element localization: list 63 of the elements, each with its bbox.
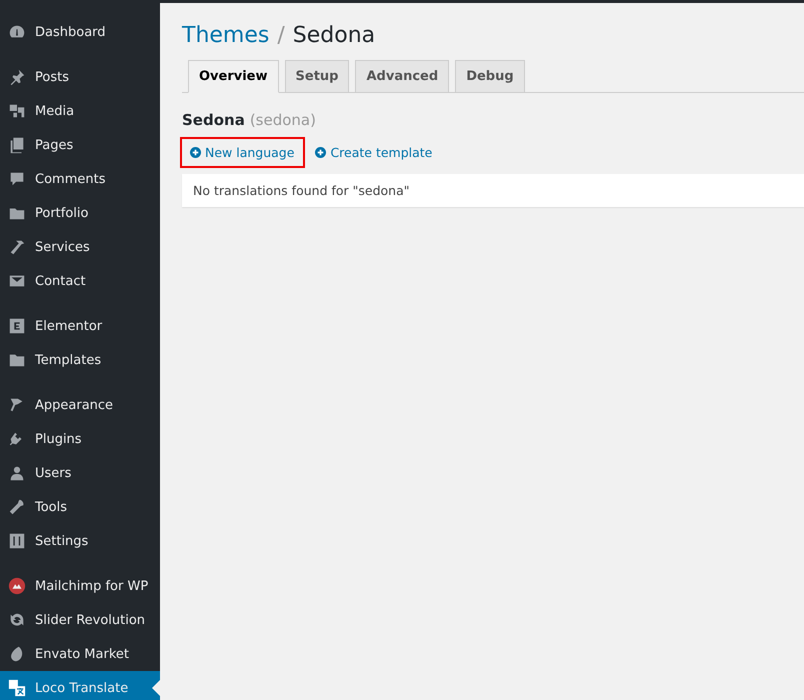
circle-logo-icon — [8, 577, 26, 595]
sidebar-item[interactable]: Templates — [0, 343, 160, 377]
pin-icon — [8, 68, 26, 86]
sidebar-item-label: Contact — [35, 274, 86, 288]
sidebar-item[interactable]: Portfolio — [0, 196, 160, 230]
sidebar-item[interactable]: Dashboard — [0, 15, 160, 49]
sidebar-item-label: Loco Translate — [35, 680, 128, 696]
sidebar-item-label: Portfolio — [35, 206, 88, 220]
sidebar-item[interactable]: Envato Market — [0, 637, 160, 671]
sidebar-item-label: Appearance — [35, 398, 114, 412]
sidebar-item-label: Posts — [35, 70, 69, 84]
sidebar-item[interactable]: Comments — [0, 162, 160, 196]
translate-icon — [8, 679, 26, 697]
notice: No translations found for "sedona" — [182, 174, 804, 207]
sidebar-item[interactable]: Media — [0, 94, 160, 128]
sidebar-item[interactable]: Pages — [0, 128, 160, 162]
tab[interactable]: Overview — [188, 60, 279, 93]
sidebar-item-label: Elementor — [35, 318, 102, 334]
bundle-slug: (sedona) — [250, 111, 316, 129]
wrench-icon — [8, 498, 26, 516]
plus-circle-icon — [190, 147, 201, 158]
sidebar-item-label: Mailchimp for WP — [35, 578, 148, 594]
sidebar-item[interactable]: Appearance — [0, 388, 160, 422]
tab[interactable]: Advanced — [355, 60, 450, 93]
sidebar-item-label: Slider Revolution — [35, 612, 146, 628]
sidebar-item-label: Services — [35, 240, 90, 254]
sidebar-item[interactable]: Plugins — [0, 422, 160, 456]
sliders-icon — [8, 532, 26, 550]
pages-icon — [8, 136, 26, 154]
sidebar-item-label: Templates — [35, 352, 102, 368]
action-link[interactable]: Create template — [315, 139, 442, 166]
sidebar-item-label: Settings — [35, 534, 88, 548]
sidebar-item[interactable]: Posts — [0, 60, 160, 94]
sidebar-item[interactable]: Contact — [0, 264, 160, 298]
page-title: Sedona — [292, 23, 376, 48]
person-icon — [8, 464, 26, 482]
plus-circle-icon — [315, 147, 326, 158]
sidebar-item[interactable]: Elementor — [0, 309, 160, 343]
sidebar-item[interactable]: Loco Translate — [0, 671, 160, 700]
hammer-icon — [8, 238, 26, 256]
square-e-icon — [8, 317, 26, 335]
sidebar-item-label: Tools — [35, 500, 68, 514]
speech-bubble-icon — [8, 170, 26, 188]
sidebar-item[interactable]: Slider Revolution — [0, 603, 160, 637]
sidebar-item-label: Media — [35, 104, 74, 118]
media-icon — [8, 102, 26, 120]
sidebar-item-label: Dashboard — [35, 24, 106, 40]
sidebar-item[interactable]: Mailchimp for WP — [0, 569, 160, 603]
tab[interactable]: Debug — [455, 60, 525, 93]
breadcrumb-separator: / — [277, 23, 285, 48]
sidebar-item-label: Comments — [35, 172, 106, 186]
sidebar-item-label: Users — [35, 466, 72, 480]
bundle-name: Sedona — [182, 111, 245, 129]
breadcrumb-link[interactable]: Themes — [182, 23, 270, 48]
sidebar-item-label: Envato Market — [35, 646, 129, 662]
action-link[interactable]: New language — [182, 139, 304, 166]
tab[interactable]: Setup — [284, 60, 350, 93]
sidebar-item[interactable]: Services — [0, 230, 160, 264]
sidebar-item-label: Pages — [35, 138, 74, 152]
sidebar-item-label: Plugins — [35, 432, 82, 446]
sidebar-item[interactable]: Users — [0, 456, 160, 490]
sidebar-item[interactable]: Tools — [0, 490, 160, 524]
sidebar-item[interactable]: Settings — [0, 524, 160, 558]
